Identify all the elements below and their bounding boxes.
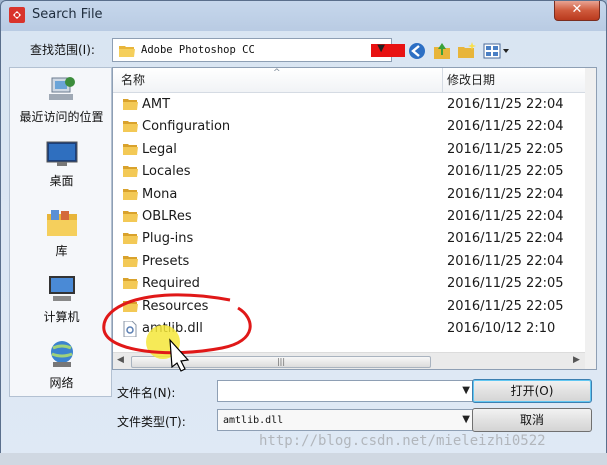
look-in-dropdown[interactable]: Adobe Photoshop CC ▼: [112, 38, 405, 62]
look-in-label: 查找范围(I):: [30, 43, 95, 57]
file-row[interactable]: amtlib.dll 2016/10/12 2:10: [113, 317, 583, 341]
file-name: Plug-ins: [142, 231, 194, 247]
recent-places-icon: [48, 77, 75, 100]
scroll-right-icon[interactable]: ▶: [573, 355, 580, 365]
column-header-date[interactable]: 修改日期: [443, 68, 585, 93]
folder-icon: [123, 255, 138, 267]
title-bar[interactable]: Search File ✕: [1, 1, 606, 29]
place-label: 库: [55, 244, 68, 258]
new-folder-icon[interactable]: [457, 41, 477, 61]
place-label: 最近访问的位置: [19, 110, 104, 124]
file-date: 2016/11/25 22:05: [447, 276, 564, 292]
places-sidebar: 最近访问的位置 桌面 库 计算机 网络: [9, 67, 112, 397]
scroll-thumb[interactable]: |||: [131, 356, 431, 368]
chevron-down-icon: ▼: [377, 43, 385, 54]
place-label: 桌面: [49, 174, 74, 188]
place-desktop[interactable]: 桌面: [10, 140, 113, 189]
column-label: 名称: [121, 73, 146, 87]
folder-icon: [123, 143, 138, 155]
file-row[interactable]: Required 2016/11/25 22:05: [113, 273, 583, 295]
place-label: 网络: [49, 376, 74, 390]
file-row[interactable]: Resources 2016/11/25 22:05: [113, 296, 583, 318]
file-name: Locales: [142, 164, 191, 180]
file-name: AMT: [142, 97, 171, 112]
filetype-label: 文件类型(T):: [117, 415, 186, 429]
file-name: Mona: [142, 186, 178, 202]
file-date: 2016/11/25 22:05: [447, 141, 564, 157]
file-date: 2016/11/25 22:04: [447, 119, 564, 135]
place-computer[interactable]: 计算机: [10, 274, 113, 325]
file-date: 2016/11/25 22:04: [447, 253, 564, 269]
app-icon: [9, 7, 25, 23]
file-date: 2016/11/25 22:05: [447, 298, 564, 314]
chevron-down-icon[interactable]: ▼: [462, 414, 470, 425]
back-icon[interactable]: [407, 41, 427, 61]
file-date: 2016/11/25 22:04: [447, 231, 564, 247]
place-recent[interactable]: 最近访问的位置: [10, 74, 113, 125]
filetype-select[interactable]: amtlib.dll ▼: [217, 409, 477, 431]
open-button[interactable]: 打开(O): [472, 379, 592, 403]
filename-label: 文件名(N):: [117, 386, 176, 400]
folder-icon: [119, 46, 135, 57]
filetype-value: amtlib.dll: [223, 415, 284, 426]
column-label: 修改日期: [447, 73, 496, 87]
file-row[interactable]: Locales 2016/11/25 22:05: [113, 161, 583, 183]
file-name: Configuration: [142, 119, 231, 135]
folder-icon: [123, 166, 138, 178]
look-in-value: Adobe Photoshop CC: [141, 44, 255, 56]
folder-icon: [123, 210, 138, 222]
file-name: Resources: [142, 298, 209, 314]
file-rows: AMT 2016/11/25 22:04 Configuration 2016/11/…: [113, 94, 583, 341]
file-row[interactable]: AMT 2016/11/25 22:04: [113, 94, 583, 116]
column-header-name[interactable]: ^ 名称: [113, 68, 443, 93]
search-file-dialog: Search File ✕ 查找范围(I): Adobe Photoshop C…: [0, 0, 607, 465]
file-list-pane: ^ 名称 修改日期 AMT 2016/11/25 22:04 Configurati…: [112, 67, 597, 370]
chevron-down-icon[interactable]: ▼: [462, 385, 470, 396]
up-folder-icon[interactable]: [432, 41, 452, 61]
folder-icon: [123, 278, 138, 290]
file-row[interactable]: Configuration 2016/11/25 22:04: [113, 116, 583, 138]
libraries-icon: [46, 210, 77, 236]
file-row[interactable]: Legal 2016/11/25 22:05: [113, 139, 583, 161]
file-name: Presets: [142, 253, 190, 269]
place-label: 计算机: [43, 310, 80, 324]
watermark: http://blog.csdn.net/mieleizhi0522: [259, 433, 546, 449]
folder-icon: [123, 188, 138, 200]
file-date: 2016/11/25 22:04: [447, 186, 564, 202]
file-name: Legal: [142, 141, 177, 157]
file-date: 2016/11/25 22:04: [447, 97, 564, 112]
file-date: 2016/10/12 2:10: [447, 320, 556, 336]
folder-icon: [123, 121, 138, 133]
sort-arrow-icon: ^: [273, 68, 281, 78]
file-name: amtlib.dll: [142, 320, 203, 336]
file-name: Required: [142, 276, 200, 292]
file-row[interactable]: Plug-ins 2016/11/25 22:04: [113, 228, 583, 250]
vertical-scrollbar[interactable]: [585, 68, 596, 369]
folder-icon: [123, 99, 138, 110]
close-button[interactable]: ✕: [554, 1, 600, 21]
desktop-icon: [46, 141, 77, 166]
file-row[interactable]: Mona 2016/11/25 22:04: [113, 184, 583, 206]
view-menu-icon[interactable]: [482, 41, 512, 61]
place-libraries[interactable]: 库: [10, 208, 113, 259]
redaction-mark: [371, 44, 405, 57]
folder-icon: [123, 233, 138, 245]
file-date: 2016/11/25 22:04: [447, 208, 564, 224]
network-icon: [50, 341, 73, 367]
scroll-left-icon[interactable]: ◀: [117, 355, 124, 365]
file-date: 2016/11/25 22:05: [447, 164, 564, 180]
window-title: Search File: [32, 7, 103, 22]
folder-icon: [123, 300, 138, 312]
cancel-button[interactable]: 取消: [472, 408, 592, 432]
file-name: OBLRes: [142, 208, 192, 224]
file-row[interactable]: Presets 2016/11/25 22:04: [113, 251, 583, 273]
dll-file-icon: [123, 320, 137, 337]
horizontal-scrollbar[interactable]: ◀ ||| ▶: [113, 352, 585, 369]
taskbar-edge: [0, 453, 607, 465]
place-network[interactable]: 网络: [10, 338, 113, 391]
file-row[interactable]: OBLRes 2016/11/25 22:04: [113, 206, 583, 228]
filename-combobox[interactable]: ▼: [217, 380, 477, 402]
computer-icon: [48, 276, 75, 301]
